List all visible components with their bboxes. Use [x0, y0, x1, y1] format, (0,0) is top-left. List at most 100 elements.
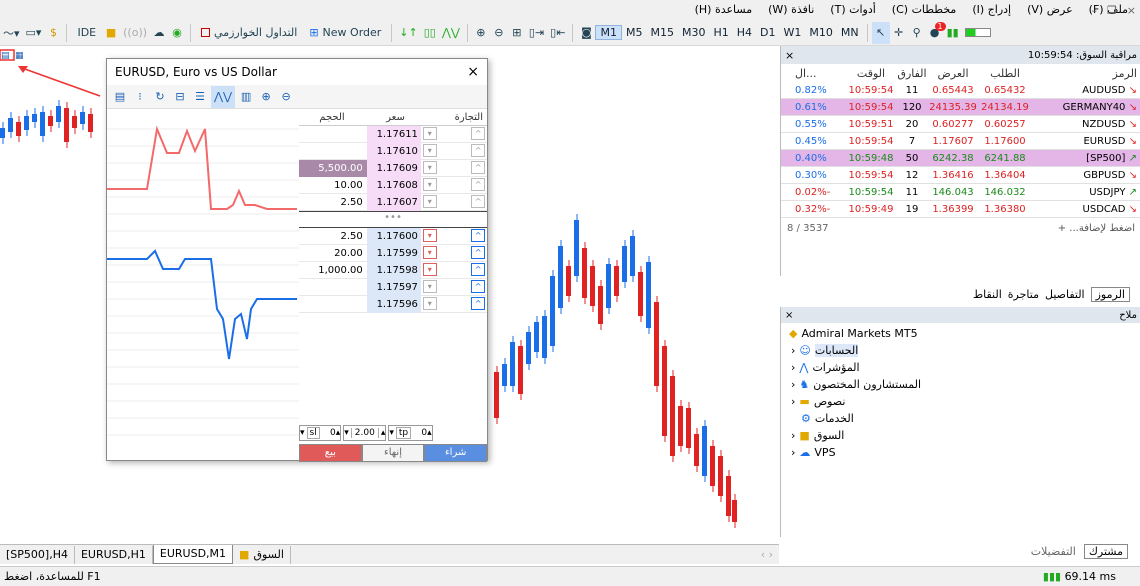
one-click-trading-icon[interactable]: ▦	[15, 51, 24, 61]
dom-trade-cell[interactable]	[439, 177, 470, 193]
dom-price[interactable]: 1.17608	[366, 177, 421, 194]
nav-item-indicators[interactable]: › ⋀ المؤشرات	[781, 359, 1140, 376]
ask-header[interactable]: العرض	[927, 67, 979, 80]
tab-symbols[interactable]: الرموز	[1090, 286, 1130, 302]
close-icon[interactable]: ×	[785, 49, 794, 62]
change-header[interactable]: ...ال	[793, 67, 845, 80]
dom-order-dropdown-icon[interactable]: ▾	[422, 263, 437, 276]
sell-button[interactable]: بيع	[299, 444, 362, 462]
signal-bars-icon[interactable]: ▮▮	[944, 22, 962, 44]
dom-order-dropdown-icon[interactable]: ▾	[422, 178, 437, 191]
notifications-icon[interactable]: ● 1	[926, 21, 946, 44]
dom-row[interactable]: 20.00 1.17599 ▾ ^	[299, 245, 487, 262]
dom-order-up-icon[interactable]: ^	[471, 195, 486, 208]
dom-row[interactable]: •••	[299, 211, 487, 228]
new-order-button[interactable]: ⊞ New Order	[303, 22, 387, 44]
nav-item-services[interactable]: ⚙ الخدمات	[781, 410, 1140, 427]
menu-insert[interactable]: إدراج (I)	[964, 0, 1019, 20]
tab-favorites[interactable]: التفضيلات	[1031, 545, 1076, 558]
navigator-root[interactable]: ◆ Admiral Markets MT5	[781, 325, 1140, 342]
candles-icon[interactable]: ▯▯	[421, 22, 439, 44]
tab-details[interactable]: التفاصيل	[1045, 288, 1085, 301]
dom-trade-cell[interactable]	[439, 245, 470, 261]
dom-order-dropdown-icon[interactable]: ▾	[422, 161, 437, 174]
dom-price[interactable]: 1.17609	[366, 160, 421, 177]
buy-sell-icon[interactable]: ↓↑	[396, 22, 420, 44]
tf-m5[interactable]: M5	[622, 26, 647, 39]
crosshair-icon[interactable]: ✛	[890, 22, 908, 44]
template-icon[interactable]: ▭▾	[23, 22, 45, 44]
volume-input[interactable]: ▾ 2.00 ▴	[343, 425, 387, 441]
chart-shift-icon[interactable]: ▯⇤	[547, 22, 568, 44]
menu-charts[interactable]: مخططات (C)	[884, 0, 965, 20]
dom-order-dropdown-icon[interactable]: ▾	[422, 280, 437, 293]
tab-trading[interactable]: متاجرة	[1008, 288, 1039, 301]
close-position-button[interactable]: إنهاء	[361, 444, 425, 462]
tf-d1[interactable]: D1	[756, 26, 779, 39]
depth-of-market-icon[interactable]: ▤	[1, 51, 10, 61]
ide-button[interactable]: IDE	[71, 22, 102, 44]
dom-row[interactable]: 1.17610 ▾ ^	[299, 143, 487, 160]
spread-header[interactable]: الفارق	[897, 67, 927, 80]
market-watch-row[interactable]: ↘ GBPUSD 1.36404 1.36416 12 10:59:54 0.30%	[781, 167, 1140, 184]
dom-row[interactable]: 2.50 1.17607 ▾ ^	[299, 194, 487, 211]
dom-trade-cell[interactable]	[439, 126, 470, 142]
dom-row[interactable]: 1.17596 ▾ ^	[299, 296, 487, 313]
dom-order-up-icon[interactable]: ^	[471, 144, 486, 157]
dom-volume-icon[interactable]: ▥	[237, 86, 255, 108]
dom-order-up-icon[interactable]: ^	[471, 280, 486, 293]
menu-help[interactable]: مساعدة (H)	[687, 0, 761, 20]
dom-trade-cell[interactable]	[439, 160, 470, 176]
search-icon[interactable]: ⚲	[908, 22, 926, 44]
dom-trade-cell[interactable]	[439, 262, 470, 278]
dom-tick-chart-icon[interactable]: ⋀⋁	[211, 85, 236, 108]
tab-common[interactable]: مشترك	[1083, 543, 1128, 559]
algo-trading-button[interactable]: التداول الخوارزمي	[195, 22, 303, 44]
dom-trade-cell[interactable]	[439, 279, 470, 295]
line-icon[interactable]: ⋀⋁	[439, 22, 463, 44]
dom-center-icon[interactable]: ⊟	[171, 86, 189, 108]
tab-scroll-icon[interactable]: ‹ ›	[761, 548, 779, 561]
menu-view[interactable]: عرض (V)	[1019, 0, 1081, 20]
dom-order-up-icon[interactable]: ^	[471, 229, 486, 242]
tf-m10[interactable]: M10	[805, 26, 837, 39]
dom-order-up-icon[interactable]: ^	[471, 263, 486, 276]
dom-trade-cell[interactable]	[439, 194, 470, 210]
tab-sp500-h4[interactable]: [SP500],H4	[0, 545, 75, 564]
dom-sync-icon[interactable]: ↻	[151, 86, 169, 108]
bid-header[interactable]: الطلب	[979, 67, 1031, 80]
tf-m1[interactable]: M1	[595, 25, 622, 40]
dollar-icon[interactable]: $	[44, 22, 62, 44]
dom-row[interactable]: 1.17611 ▾ ^	[299, 126, 487, 143]
dom-order-dropdown-icon[interactable]: ▾	[422, 246, 437, 259]
add-symbol-link[interactable]: + ...اضغط لإضافة	[1058, 223, 1135, 234]
dom-order-dropdown-icon[interactable]: ▾	[422, 229, 437, 242]
grid-icon[interactable]: ⊞	[508, 22, 526, 44]
dom-order-dropdown-icon[interactable]: ▾	[422, 195, 437, 208]
dom-order-up-icon[interactable]: ^	[471, 127, 486, 140]
zoom-in-icon[interactable]: ⊕	[257, 86, 275, 108]
zoom-out-icon[interactable]: ⊖	[490, 22, 508, 44]
dom-price[interactable]: 1.17611	[366, 126, 421, 143]
nav-item-experts[interactable]: › ♞ المستشارون المختصون	[781, 376, 1140, 393]
tf-h1[interactable]: H1	[709, 26, 732, 39]
dom-trade-cell[interactable]	[439, 228, 470, 244]
dom-row[interactable]: 5,500.00 1.17609 ▾ ^	[299, 160, 487, 177]
dom-levels-icon[interactable]: ☰	[191, 86, 209, 108]
tf-m15[interactable]: M15	[646, 26, 678, 39]
cloud-icon[interactable]: ☁	[150, 22, 168, 44]
tf-mn[interactable]: MN	[837, 26, 863, 39]
globe-icon[interactable]: ◉	[168, 22, 186, 44]
tab-market[interactable]: ■ السوق	[233, 545, 291, 564]
tab-ticks[interactable]: النقاط	[973, 288, 1002, 301]
market-watch-row[interactable]: ↗ [SP500] 6241.88 6242.38 50 10:59:48 0.40%	[781, 150, 1140, 167]
nav-item-accounts[interactable]: › ☺ الحسابات	[781, 342, 1140, 359]
dom-price[interactable]: 1.17596	[366, 296, 421, 313]
dom-row[interactable]: 2.50 1.17600 ▾ ^	[299, 228, 487, 245]
cursor-icon[interactable]: ↖	[871, 21, 890, 44]
nav-item-market[interactable]: › ■ السوق	[781, 427, 1140, 444]
nav-item-scripts[interactable]: › ▬ نصوص	[781, 393, 1140, 410]
dom-price[interactable]: 1.17607	[366, 194, 421, 211]
dom-order-dropdown-icon[interactable]: ▾	[422, 144, 437, 157]
dom-price[interactable]: 1.17597	[366, 279, 421, 296]
